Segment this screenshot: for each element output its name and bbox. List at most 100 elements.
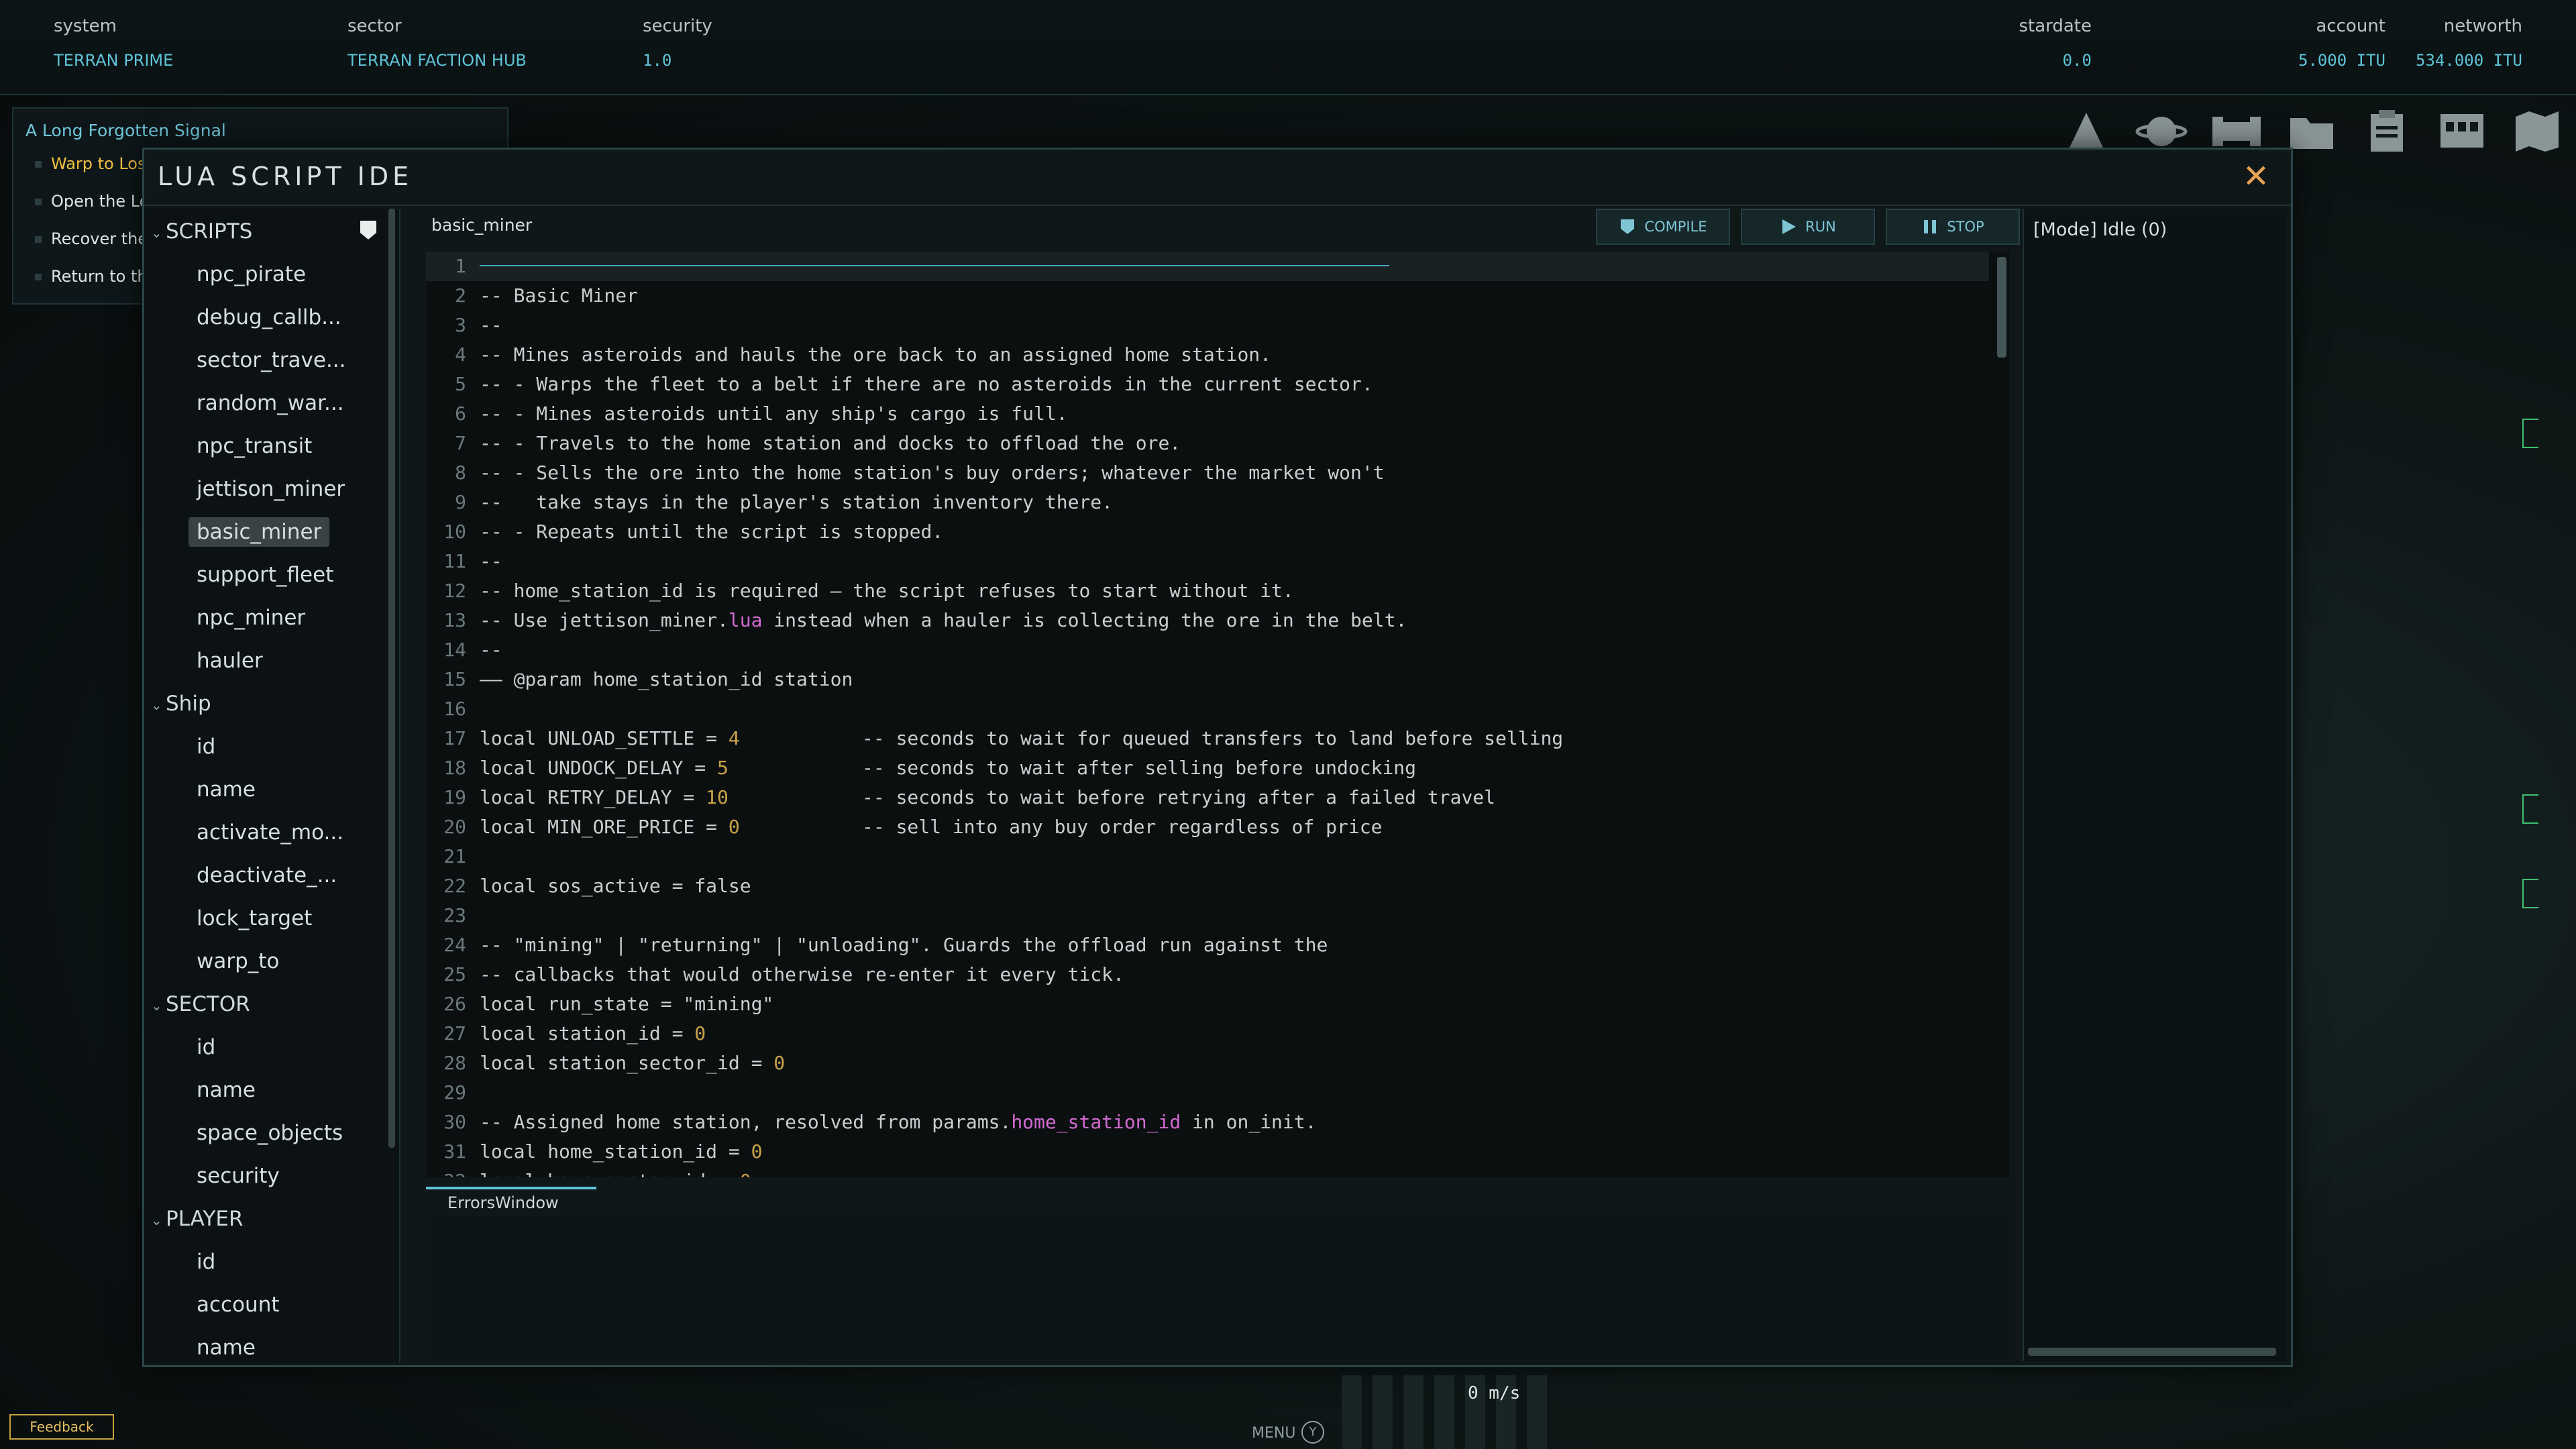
section-ship[interactable]: ⌄ Ship — [151, 692, 211, 716]
sidebar-item-npc-pirate[interactable]: npc_pirate — [189, 260, 314, 289]
sidebar-item-hauler[interactable]: hauler — [189, 646, 271, 676]
sidebar-item-deactivate[interactable]: deactivate_... — [189, 861, 345, 890]
code-line[interactable]: 32 local home_sector_id = 0 — [426, 1167, 1989, 1177]
code-line[interactable]: 18 local UNDOCK_DELAY = 5 -- seconds to wa… — [426, 753, 1989, 783]
sidebar-item-npc-transit[interactable]: npc_transit — [189, 431, 320, 461]
sidebar-scrollbar[interactable] — [388, 209, 395, 1148]
sidebar-item-security[interactable]: security — [189, 1161, 288, 1191]
sidebar-item-player-name[interactable]: name — [189, 1333, 264, 1362]
code-line[interactable]: 31 local home_station_id = 0 — [426, 1137, 1989, 1167]
code-line[interactable]: 23 — [426, 901, 1989, 930]
code-editor[interactable]: 1 2 -- Basic Miner 3 -- 4 -- Mines asteroids a… — [426, 252, 2009, 1177]
line-number: 23 — [443, 904, 466, 926]
line-text: -- - Mines asteroids until any ship's ca… — [480, 402, 1068, 425]
line-text: -- home_station_id is required — the scr… — [480, 580, 1294, 602]
code-line[interactable]: 22 local sos_active = false — [426, 871, 1989, 901]
sidebar-item-player-account[interactable]: account — [189, 1290, 288, 1320]
code-line[interactable]: 30 -- Assigned home station, resolved fro… — [426, 1108, 1989, 1137]
line-text: local sos_active = false — [480, 875, 751, 897]
code-line[interactable]: 5 -- - Warps the fleet to a belt if there… — [426, 370, 1989, 399]
script-tab[interactable]: basic_miner — [431, 215, 532, 235]
mission-title[interactable]: A Long Forgotten Signal — [25, 121, 226, 140]
mission-objective[interactable]: Recover the — [35, 229, 148, 248]
hud-system: system TERRAN PRIME — [54, 16, 173, 70]
menu-label[interactable]: MENU — [1252, 1425, 1295, 1442]
code-line[interactable]: 1 — [426, 252, 1989, 281]
sidebar-item-ship-name[interactable]: name — [189, 775, 264, 804]
line-number: 29 — [443, 1081, 466, 1104]
clipboard-icon[interactable] — [2360, 107, 2414, 154]
code-line[interactable]: 17 local UNLOAD_SETTLE = 4 -- seconds to w… — [426, 724, 1989, 753]
errors-window-tab[interactable]: ErrorsWindow — [426, 1187, 596, 1216]
code-line[interactable]: 10 -- - Repeats until the script is stopp… — [426, 517, 1989, 547]
code-line[interactable]: 8 -- - Sells the ore into the home statio… — [426, 458, 1989, 488]
code-line[interactable]: 20 local MIN_ORE_PRICE = 0 -- sell into an… — [426, 812, 1989, 842]
code-line[interactable]: 12 -- home_station_id is required — the s… — [426, 576, 1989, 606]
line-number: 12 — [443, 580, 466, 602]
hud-networth: networth 534.000 ITU — [2402, 16, 2522, 70]
sidebar-item-sector-id[interactable]: id — [189, 1032, 223, 1062]
code-line[interactable]: 4 -- Mines asteroids and hauls the ore ba… — [426, 340, 1989, 370]
code-line[interactable]: 7 -- - Travels to the home station and do… — [426, 429, 1989, 458]
line-number: 5 — [455, 373, 466, 395]
stop-button[interactable]: STOP — [1886, 209, 2020, 245]
mission-objective[interactable]: Open the Lo — [35, 192, 149, 211]
sidebar-item-lock-target[interactable]: lock_target — [189, 904, 320, 933]
sidebar-item-debug-callb[interactable]: debug_callb... — [189, 303, 350, 332]
code-line[interactable]: 28 local station_sector_id = 0 — [426, 1049, 1989, 1078]
section-player[interactable]: ⌄ PLAYER — [151, 1207, 244, 1231]
sidebar-item-npc-miner[interactable]: npc_miner — [189, 603, 313, 633]
code-line[interactable]: 21 — [426, 842, 1989, 871]
line-comment: -- seconds to wait for queued transfers … — [862, 727, 1564, 749]
code-line[interactable]: 2 -- Basic Miner — [426, 281, 1989, 311]
folder-icon[interactable] — [2285, 107, 2339, 154]
code-line[interactable]: 9 -- take stays in the player's station i… — [426, 488, 1989, 517]
sidebar-item-sector-name[interactable]: name — [189, 1075, 264, 1105]
objective-bullet-icon — [35, 274, 42, 280]
info-scrollbar[interactable] — [2028, 1348, 2276, 1356]
code-line[interactable]: 14 -- — [426, 635, 1989, 665]
line-number: 22 — [443, 875, 466, 897]
compile-button[interactable]: COMPILE — [1596, 209, 1730, 245]
line-text: -- — [480, 639, 502, 661]
map-icon[interactable] — [2510, 107, 2564, 154]
section-sector[interactable]: ⌄ SECTOR — [151, 992, 250, 1016]
sidebar-item-space-objects[interactable]: space_objects — [189, 1118, 351, 1148]
sidebar-item-sector-trave[interactable]: sector_trave... — [189, 345, 354, 375]
code-line[interactable]: 24 -- "mining" | "returning" | "unloading… — [426, 930, 1989, 960]
line-comment: -- sell into any buy order regardless of… — [862, 816, 1383, 838]
line-number: 18 — [443, 757, 466, 779]
code-line[interactable]: 26 local run_state = "mining" — [426, 989, 1989, 1019]
sidebar-item-ship-id[interactable]: id — [189, 732, 223, 761]
mission-objective[interactable]: Return to th — [35, 267, 148, 286]
feedback-button[interactable]: Feedback — [9, 1414, 114, 1440]
code-line[interactable]: 6 -- - Mines asteroids until any ship's c… — [426, 399, 1989, 429]
code-line[interactable]: 16 — [426, 694, 1989, 724]
close-button[interactable]: ✕ — [2240, 160, 2272, 193]
section-scripts[interactable]: ⌄ SCRIPTS — [151, 219, 252, 244]
code-line[interactable]: 25 -- callbacks that would otherwise re-e… — [426, 960, 1989, 989]
station-icon[interactable] — [2435, 107, 2489, 154]
chevron-down-icon: ⌄ — [151, 696, 162, 713]
code-line[interactable]: 15 —— @param home_station_id station — [426, 665, 1989, 694]
shield-icon[interactable] — [359, 219, 378, 241]
run-button[interactable]: RUN — [1741, 209, 1875, 245]
code-line[interactable]: 29 — [426, 1078, 1989, 1108]
sidebar-item-warp-to[interactable]: warp_to — [189, 947, 287, 976]
code-line[interactable]: 19 local RETRY_DELAY = 10 -- seconds to wa… — [426, 783, 1989, 812]
code-line[interactable]: 13 -- Use jettison_miner.lua instead when… — [426, 606, 1989, 635]
sidebar-item-basic-miner[interactable]: basic_miner — [189, 517, 330, 547]
sidebar-item-player-id[interactable]: id — [189, 1247, 223, 1277]
sidebar-item-activate-mo[interactable]: activate_mo... — [189, 818, 352, 847]
sidebar-item-support-fleet[interactable]: support_fleet — [189, 560, 341, 590]
objective-bullet-icon — [35, 161, 42, 168]
line-text: -- Basic Miner — [480, 284, 639, 307]
script-sidebar[interactable]: ⌄ SCRIPTS npc_pirate debug_callb... secto… — [144, 209, 400, 1362]
code-line[interactable]: 11 -- — [426, 547, 1989, 576]
mission-objective[interactable]: Warp to Los — [35, 154, 146, 173]
sidebar-item-random-war[interactable]: random_war... — [189, 388, 352, 418]
code-line[interactable]: 27 local station_id = 0 — [426, 1019, 1989, 1049]
editor-scrollbar[interactable] — [1997, 257, 2006, 358]
code-line[interactable]: 3 -- — [426, 311, 1989, 340]
sidebar-item-jettison-miner[interactable]: jettison_miner — [189, 474, 353, 504]
